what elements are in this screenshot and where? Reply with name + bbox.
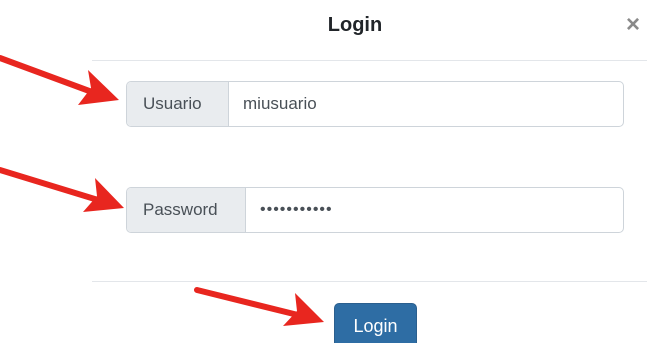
password-input-group: Password [126,187,624,233]
red-arrow-icon [0,55,119,105]
login-modal: Login × Usuario Password Login [0,0,647,343]
username-input-group: Usuario [126,81,624,127]
login-button[interactable]: Login [334,303,417,343]
header-divider [92,60,647,61]
close-icon[interactable]: × [622,12,644,38]
modal-title: Login [327,14,383,36]
username-label: Usuario [127,82,229,126]
password-label: Password [127,188,246,232]
username-field[interactable] [229,82,623,126]
password-field[interactable] [246,188,623,232]
footer-divider [92,281,647,282]
red-arrow-icon [194,287,324,326]
annotation-arrows [0,55,324,326]
red-arrow-icon [0,167,124,212]
